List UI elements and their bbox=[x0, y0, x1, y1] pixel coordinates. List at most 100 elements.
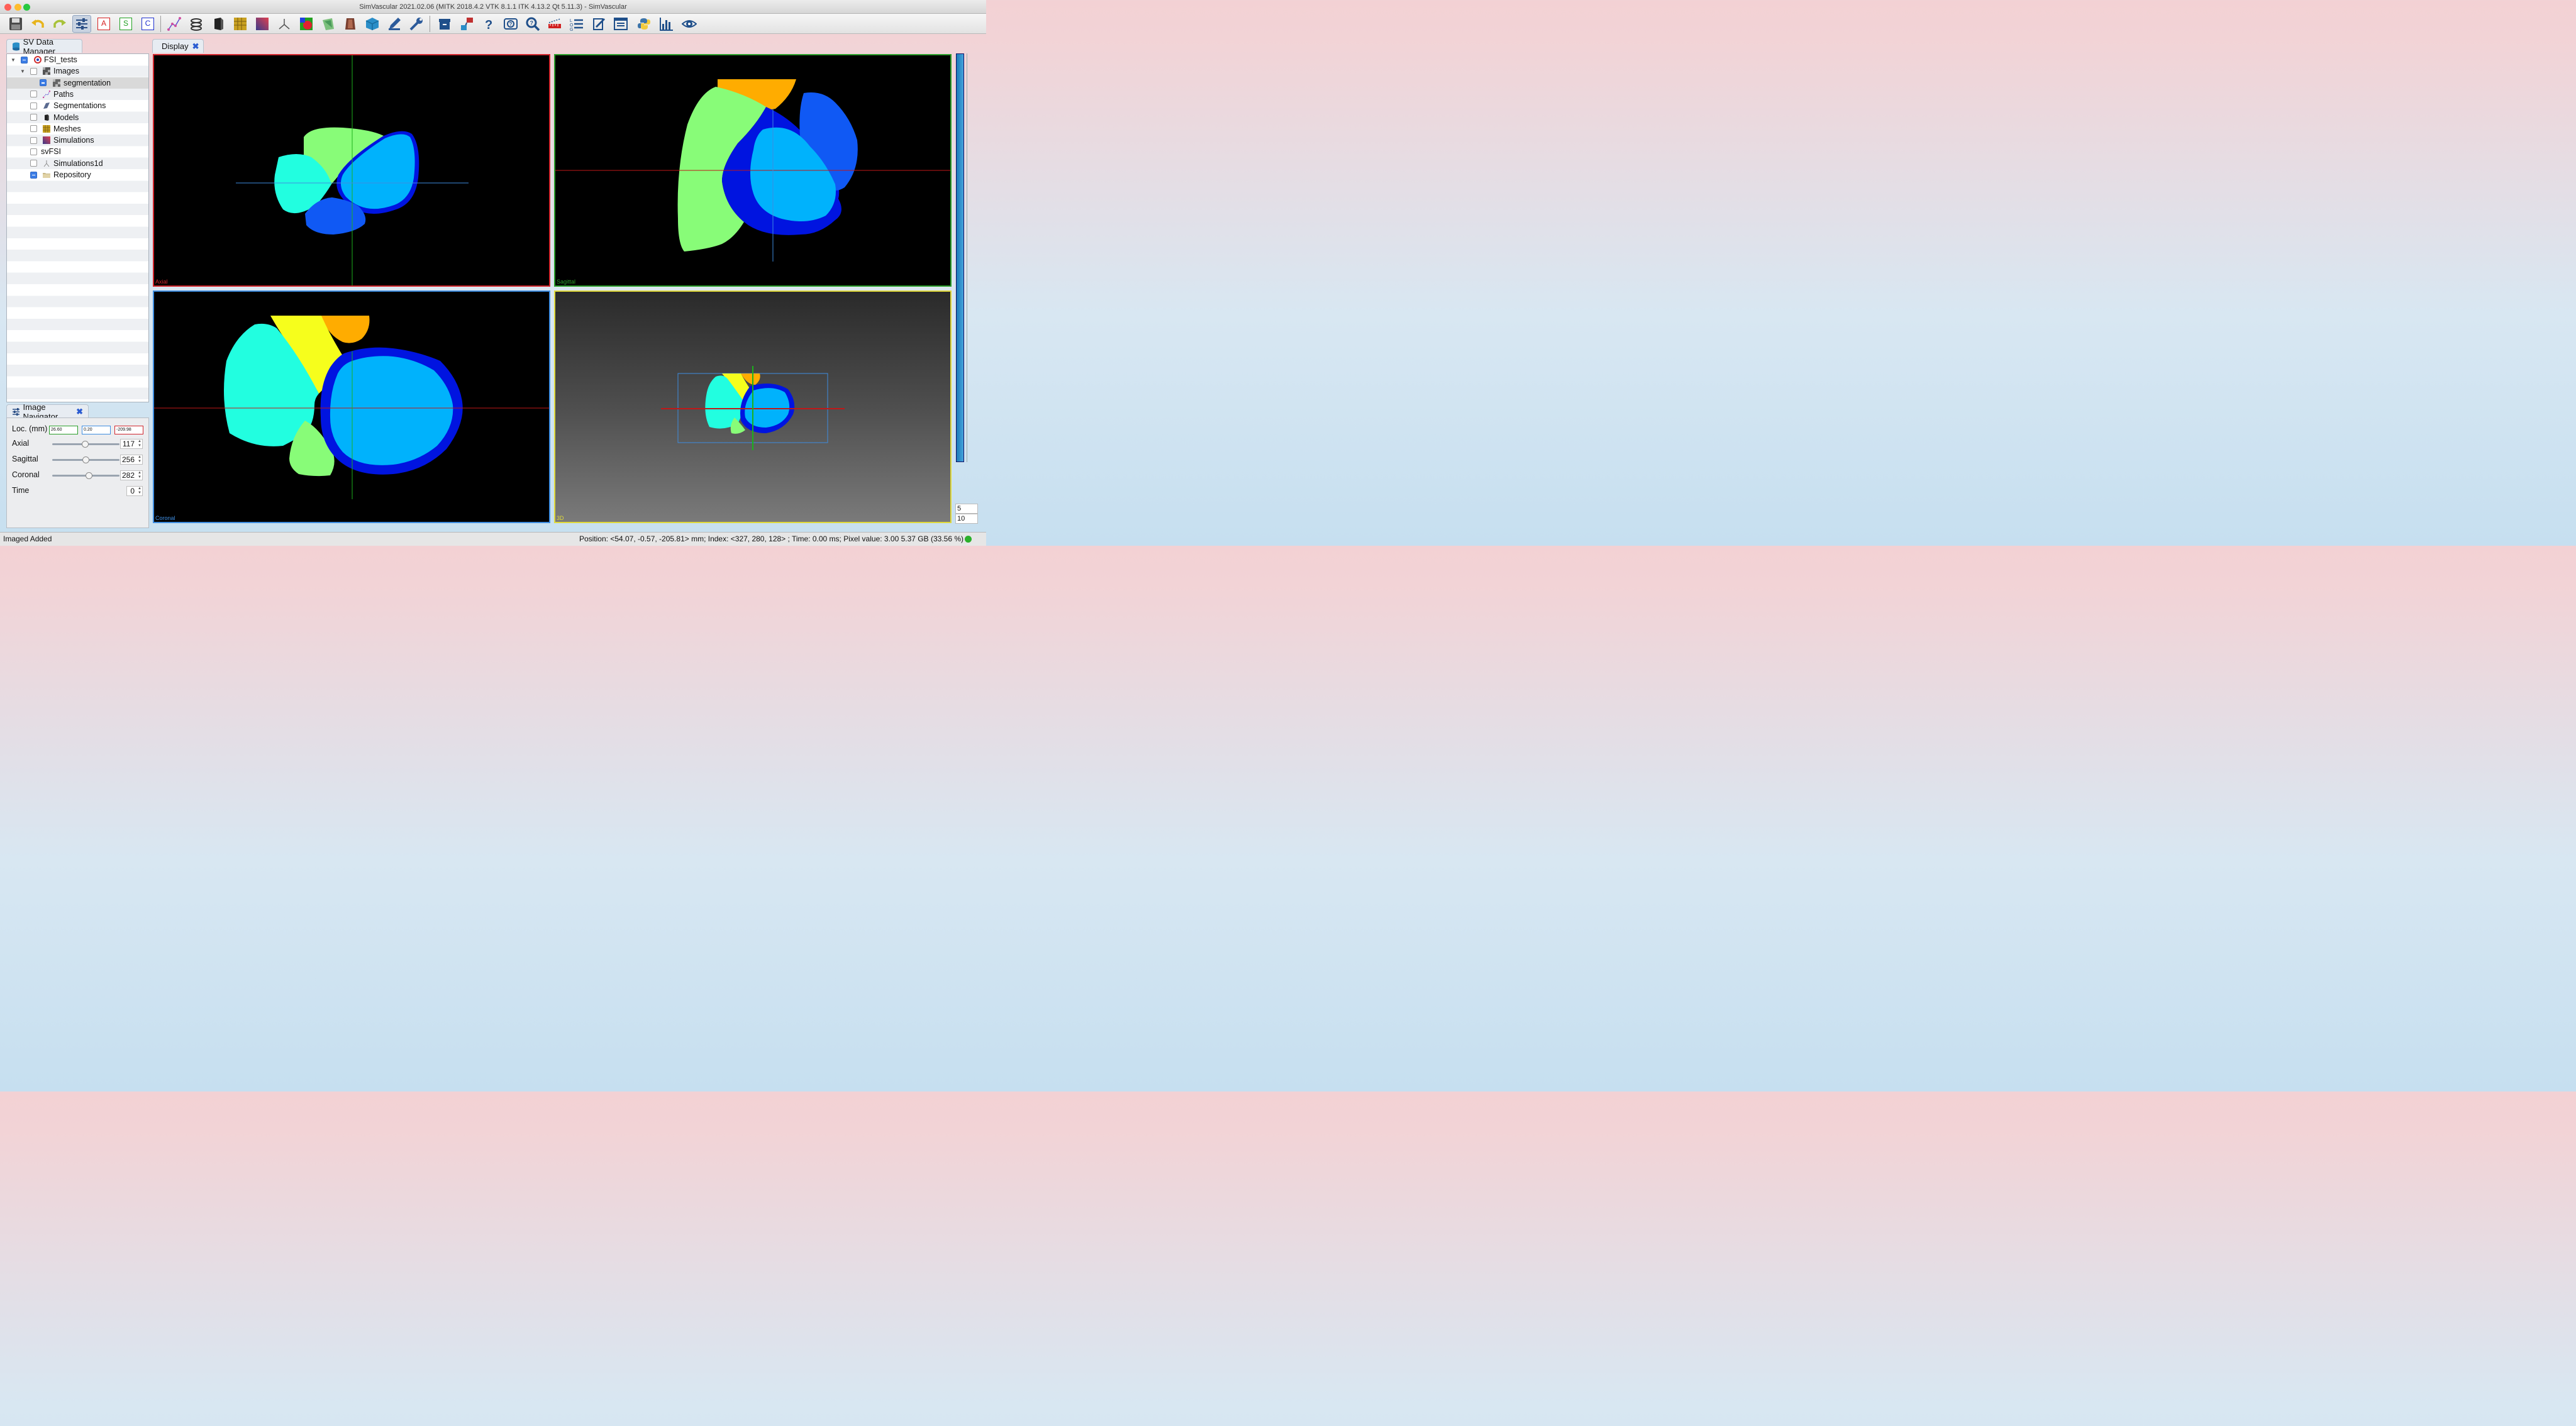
tree-item-images[interactable]: ▼ Images bbox=[7, 65, 148, 77]
data-manager-tree[interactable]: ▼ FSI_tests ▼ Images segmentation Paths … bbox=[6, 53, 149, 402]
image-navigator-icon[interactable] bbox=[72, 15, 91, 33]
visibility-checkbox[interactable] bbox=[30, 125, 37, 133]
tree-item-simulations[interactable]: Simulations bbox=[7, 135, 148, 146]
close-window-button[interactable] bbox=[4, 4, 11, 11]
axial-label: Axial bbox=[12, 439, 30, 448]
sagittal-spinbox[interactable]: 256 ▲ ▼ bbox=[120, 455, 143, 465]
maximize-window-button[interactable] bbox=[23, 4, 30, 11]
expand-arrow-icon[interactable]: ▼ bbox=[11, 57, 16, 63]
image-navigator-tab[interactable]: Image Navigator ✖ bbox=[6, 402, 89, 421]
axial-view[interactable]: Axial bbox=[153, 54, 550, 287]
time-label: Time bbox=[12, 486, 30, 495]
view-icon[interactable] bbox=[680, 15, 699, 33]
tree-item-svfsi[interactable]: svFSI bbox=[7, 146, 148, 157]
spin-arrows-icon[interactable]: ▲ ▼ bbox=[138, 439, 142, 448]
svg-text:?: ? bbox=[485, 18, 492, 31]
loc-x-field[interactable]: 26.60 bbox=[49, 426, 78, 434]
archive-icon[interactable] bbox=[435, 15, 454, 33]
chart-icon[interactable] bbox=[657, 15, 676, 33]
axial-slider-handle[interactable] bbox=[82, 441, 89, 448]
svfsi-icon[interactable] bbox=[319, 15, 338, 33]
tree-item-simulations1d[interactable]: Simulations1d bbox=[7, 158, 148, 169]
tree-item-paths[interactable]: Paths bbox=[7, 89, 148, 100]
tree-item-repository[interactable]: Repository bbox=[7, 169, 148, 180]
visibility-checkbox[interactable] bbox=[30, 102, 37, 109]
status-bar: Imaged Added Position: <54.07, -0.57, -2… bbox=[0, 532, 986, 546]
close-icon[interactable]: ✖ bbox=[76, 407, 83, 417]
3d-view-label: 3D bbox=[557, 515, 564, 521]
ruler-icon[interactable] bbox=[545, 15, 564, 33]
visibility-checkbox[interactable] bbox=[30, 160, 37, 167]
visibility-checkbox[interactable] bbox=[30, 148, 37, 155]
pen-icon[interactable] bbox=[385, 15, 404, 33]
transfer-icon[interactable] bbox=[457, 15, 476, 33]
data-manager-title: SV Data Manager bbox=[23, 36, 55, 56]
cube-icon[interactable] bbox=[363, 15, 382, 33]
undo-icon[interactable] bbox=[28, 15, 47, 33]
segmentation-2d-icon[interactable] bbox=[187, 15, 206, 33]
letter-s-icon[interactable]: S bbox=[116, 15, 135, 33]
expand-arrow-icon[interactable]: ▼ bbox=[20, 69, 25, 74]
axial-spinbox[interactable]: 117 ▲ ▼ bbox=[120, 439, 143, 449]
about-icon[interactable]: ? bbox=[501, 15, 520, 33]
level-window-slider[interactable] bbox=[956, 53, 964, 462]
folder-icon bbox=[43, 173, 50, 178]
tree-item-segmentation[interactable]: segmentation bbox=[7, 77, 148, 89]
window-field[interactable]: 10 bbox=[955, 514, 978, 524]
log-icon[interactable]: LOG bbox=[567, 15, 586, 33]
visibility-checkbox[interactable] bbox=[30, 171, 37, 179]
wrench-icon[interactable] bbox=[407, 15, 426, 33]
simulations-icon bbox=[43, 136, 50, 145]
data-manager-tab[interactable]: SV Data Manager bbox=[6, 36, 82, 56]
list-icon[interactable] bbox=[611, 15, 630, 33]
sim1d-tree-icon bbox=[43, 160, 50, 167]
coronal-view[interactable]: Coronal bbox=[153, 290, 550, 523]
image-navigator-panel: Loc. (mm) 26.60 0.20 -209.98 Axial 117 ▲ ▼… bbox=[6, 417, 149, 528]
tree-item-segmentations[interactable]: Segmentations bbox=[7, 100, 148, 111]
spin-arrows-icon[interactable]: ▲ ▼ bbox=[138, 471, 142, 480]
close-icon[interactable]: ✖ bbox=[192, 41, 199, 52]
save-icon[interactable] bbox=[6, 15, 25, 33]
visibility-checkbox[interactable] bbox=[30, 67, 37, 75]
time-spinbox[interactable]: 0 ▲ ▼ bbox=[126, 486, 143, 496]
spin-arrows-icon[interactable]: ▲ ▼ bbox=[138, 455, 142, 464]
visibility-checkbox[interactable] bbox=[30, 91, 37, 98]
minimize-window-button[interactable] bbox=[14, 4, 21, 11]
sagittal-slider-handle[interactable] bbox=[82, 456, 89, 463]
tree-item-fsi-tests[interactable]: ▼ FSI_tests bbox=[7, 54, 148, 65]
help-icon[interactable]: ? bbox=[479, 15, 498, 33]
search-icon[interactable]: ? bbox=[523, 15, 542, 33]
loc-y-field[interactable]: 0.20 bbox=[82, 426, 111, 434]
3d-view[interactable]: 3D bbox=[554, 290, 952, 523]
mesh-icon[interactable] bbox=[253, 15, 272, 33]
rom-icon[interactable] bbox=[341, 15, 360, 33]
meshes-icon bbox=[43, 124, 50, 133]
model-icon[interactable] bbox=[231, 15, 250, 33]
loc-z-field[interactable]: -209.98 bbox=[114, 426, 143, 434]
letter-c-icon[interactable]: C bbox=[138, 15, 157, 33]
visibility-checkbox[interactable] bbox=[21, 56, 28, 64]
display-title: Display bbox=[162, 41, 189, 51]
properties-icon[interactable] bbox=[589, 15, 608, 33]
axial-segmentation-image bbox=[236, 55, 469, 285]
visibility-checkbox[interactable] bbox=[40, 79, 47, 87]
python-icon[interactable] bbox=[635, 15, 653, 33]
spin-arrows-icon[interactable]: ▲ ▼ bbox=[138, 487, 142, 495]
visibility-checkbox[interactable] bbox=[30, 136, 37, 144]
coronal-spinbox[interactable]: 282 ▲ ▼ bbox=[120, 470, 143, 480]
tree-item-models[interactable]: Models bbox=[7, 112, 148, 123]
redo-icon[interactable] bbox=[50, 15, 69, 33]
letter-a-icon[interactable]: A bbox=[94, 15, 113, 33]
path-planning-icon[interactable] bbox=[165, 15, 184, 33]
coronal-slider-handle[interactable] bbox=[86, 472, 92, 479]
3d-render-image bbox=[661, 366, 845, 450]
segmentation-3d-icon[interactable] bbox=[209, 15, 228, 33]
visibility-checkbox[interactable] bbox=[30, 114, 37, 121]
level-window-widget: 5 10 bbox=[954, 53, 986, 525]
tree-item-meshes[interactable]: Meshes bbox=[7, 123, 148, 135]
level-field[interactable]: 5 bbox=[955, 504, 978, 514]
display-tab[interactable]: Display ✖ bbox=[152, 39, 204, 53]
simulation-icon[interactable] bbox=[275, 15, 294, 33]
sagittal-view[interactable]: Sagittal bbox=[554, 54, 952, 287]
sim1d-icon[interactable] bbox=[297, 15, 316, 33]
